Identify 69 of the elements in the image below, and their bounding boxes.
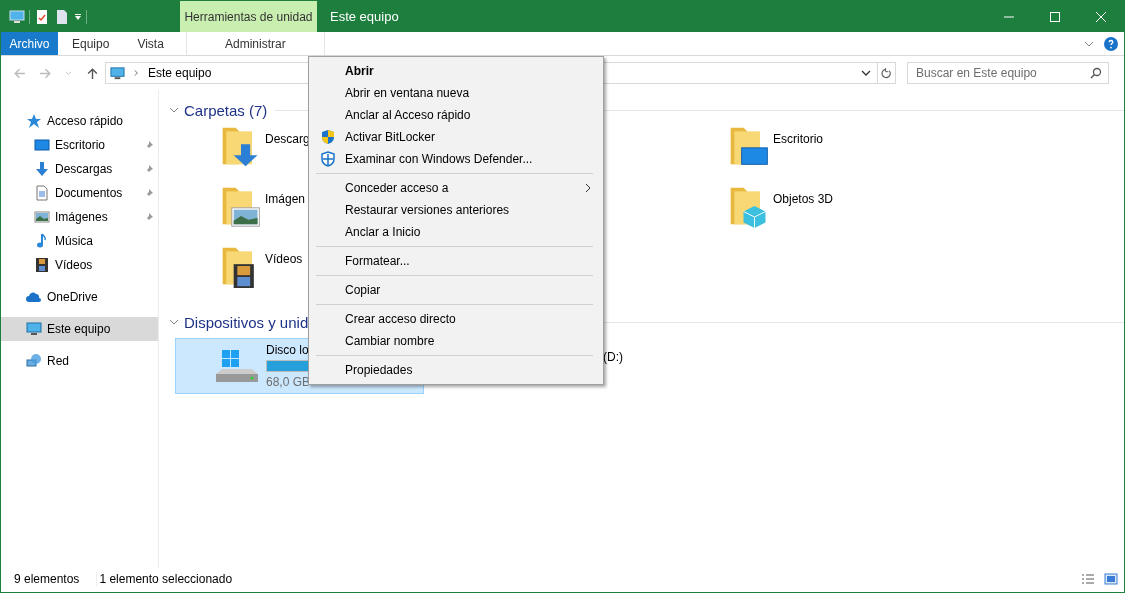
section-header[interactable]: Carpetas (7)	[184, 101, 268, 119]
dropdown-icon[interactable]	[74, 12, 82, 21]
document-icon	[34, 185, 50, 201]
blank-page-icon[interactable]	[54, 8, 70, 25]
menu-item[interactable]: Anclar al Acceso rápido	[311, 104, 601, 126]
item-count: 9 elementos	[14, 572, 80, 586]
film-icon	[34, 257, 50, 273]
drive-name: Disco lo	[266, 343, 310, 357]
computer-icon[interactable]	[9, 8, 25, 25]
large-icons-view-icon[interactable]	[1104, 573, 1118, 585]
menu-item[interactable]: Anclar a Inicio	[311, 221, 601, 243]
nav-item[interactable]: Red	[1, 349, 158, 373]
ribbon-tab[interactable]: Administrar	[211, 32, 300, 55]
up-arrow-icon[interactable]	[86, 66, 99, 80]
desktop-icon	[34, 137, 50, 153]
menu-item[interactable]: Examinar con Windows Defender...	[311, 148, 601, 170]
network-icon	[26, 353, 42, 369]
collapse-chevron-icon[interactable]	[169, 107, 179, 113]
drive-name[interactable]: (D:)	[603, 350, 623, 364]
nav-item[interactable]: OneDrive	[1, 285, 158, 309]
menu-item[interactable]: Abrir	[311, 60, 601, 82]
search-icon	[1090, 67, 1102, 79]
refresh-icon	[881, 67, 892, 79]
maximize-icon	[1050, 11, 1060, 22]
search-field[interactable]: Buscar en Este equipo	[907, 62, 1109, 84]
nav-item[interactable]: Documentos	[1, 181, 158, 205]
folder-name[interactable]: Imágen	[265, 192, 306, 206]
folder-name[interactable]: Escritorio	[773, 132, 823, 146]
breadcrumb-chevron-icon	[134, 69, 139, 77]
computer-icon	[109, 65, 126, 81]
details-view-icon[interactable]	[1081, 573, 1095, 585]
ribbon-tab[interactable]: Vista	[123, 32, 178, 55]
context-tab-header: Herramientas de unidad	[180, 1, 317, 32]
menu-item[interactable]: Formatear...	[311, 250, 601, 272]
menu-item[interactable]: Abrir en ventana nueva	[311, 82, 601, 104]
menu-item[interactable]: Copiar	[311, 279, 601, 301]
nav-item[interactable]: Este equipo	[1, 317, 158, 341]
chevron-down-icon[interactable]	[861, 70, 871, 76]
menu-item[interactable]: Crear acceso directo	[311, 308, 601, 330]
folder-name[interactable]: Objetos 3D	[773, 192, 834, 206]
forward-arrow-icon[interactable]	[39, 66, 52, 80]
file-tab[interactable]: Archivo	[1, 32, 58, 55]
shield-icon	[320, 151, 336, 167]
menu-item[interactable]: Conceder acceso a	[311, 177, 601, 199]
section-header[interactable]: Dispositivos y unid	[184, 313, 309, 331]
collapse-chevron-icon[interactable]	[169, 319, 179, 325]
nav-item[interactable]: Vídeos	[1, 253, 158, 277]
menu-item[interactable]: Restaurar versiones anteriores	[311, 199, 601, 221]
folder-name[interactable]: Vídeos	[265, 252, 303, 266]
nav-item[interactable]: Música	[1, 229, 158, 253]
refresh-button[interactable]	[878, 62, 896, 84]
help-icon[interactable]	[1104, 36, 1118, 51]
address-path: Este equipo	[148, 66, 212, 80]
checklist-icon[interactable]	[34, 8, 50, 25]
selection-count: 1 elemento seleccionado	[96, 572, 233, 586]
shield-icon	[320, 129, 336, 145]
nav-item[interactable]: Imágenes	[1, 205, 158, 229]
back-arrow-icon[interactable]	[13, 66, 26, 80]
close-icon	[1096, 11, 1106, 22]
picture-icon	[34, 209, 50, 225]
nav-item[interactable]: Escritorio	[1, 133, 158, 157]
nav-item[interactable]: Acceso rápido	[1, 109, 158, 133]
nav-item[interactable]: Descargas	[1, 157, 158, 181]
star-icon	[26, 113, 42, 129]
down-arrow-icon	[34, 161, 50, 177]
ribbon-tab[interactable]: Equipo	[58, 32, 124, 55]
window-title: Este equipo	[329, 8, 399, 26]
menu-item[interactable]: Activar BitLocker	[311, 126, 601, 148]
computer-icon	[26, 321, 42, 337]
